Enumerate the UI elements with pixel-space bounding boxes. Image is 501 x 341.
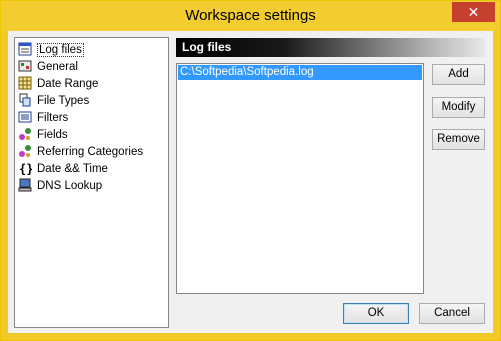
panel-header: Log files (176, 38, 485, 57)
close-icon: ✕ (467, 4, 480, 20)
nav-item-label: Referring Categories (37, 146, 144, 158)
nav-item-log-files[interactable]: Log files (18, 41, 84, 57)
nav-item-label: DNS Lookup (37, 180, 103, 192)
referring-categories-icon (18, 144, 32, 158)
dialog-body: Log files General Date Range File Types (8, 31, 493, 333)
ok-button[interactable]: OK (343, 303, 409, 324)
computer-icon (18, 178, 32, 192)
nav-item-filters[interactable]: Filters (18, 109, 68, 125)
nav-item-label: Fields (37, 129, 68, 141)
log-file-list[interactable]: C:\Softpedia\Softpedia.log (176, 63, 424, 294)
braces-icon: {} (18, 161, 33, 176)
nav-item-date-time[interactable]: {} Date && Time (18, 160, 108, 176)
nav-item-label: Log files (37, 43, 84, 57)
nav-item-label: General (37, 61, 78, 73)
filters-icon (18, 110, 32, 124)
nav-item-date-range[interactable]: Date Range (18, 75, 98, 91)
list-item[interactable]: C:\Softpedia\Softpedia.log (178, 65, 422, 80)
log-files-icon (18, 42, 32, 56)
modify-button[interactable]: Modify (432, 97, 485, 118)
svg-text:{}: {} (19, 162, 32, 175)
nav-item-general[interactable]: General (18, 58, 78, 74)
general-icon (18, 59, 32, 73)
nav-item-label: Date Range (37, 78, 99, 90)
file-types-icon (18, 93, 32, 107)
cancel-button[interactable]: Cancel (419, 303, 485, 324)
remove-button[interactable]: Remove (432, 129, 485, 150)
nav-item-label: Filters (37, 112, 69, 124)
nav-item-dns-lookup[interactable]: DNS Lookup (18, 177, 102, 193)
nav-item-referring-categories[interactable]: Referring Categories (18, 143, 143, 159)
nav-item-file-types[interactable]: File Types (18, 92, 89, 108)
title-bar[interactable]: Workspace settings ✕ (1, 1, 500, 31)
window-title: Workspace settings (185, 7, 316, 24)
dialog-window: Workspace settings ✕ Log files General D… (0, 0, 501, 341)
fields-icon (18, 127, 32, 141)
nav-item-fields[interactable]: Fields (18, 126, 68, 142)
settings-category-list: Log files General Date Range File Types (14, 37, 169, 328)
nav-item-label: Date && Time (37, 163, 108, 175)
close-button[interactable]: ✕ (452, 2, 495, 22)
nav-item-label: File Types (37, 95, 90, 107)
add-button[interactable]: Add (432, 64, 485, 85)
calendar-icon (18, 76, 32, 90)
panel-title: Log files (182, 40, 232, 54)
